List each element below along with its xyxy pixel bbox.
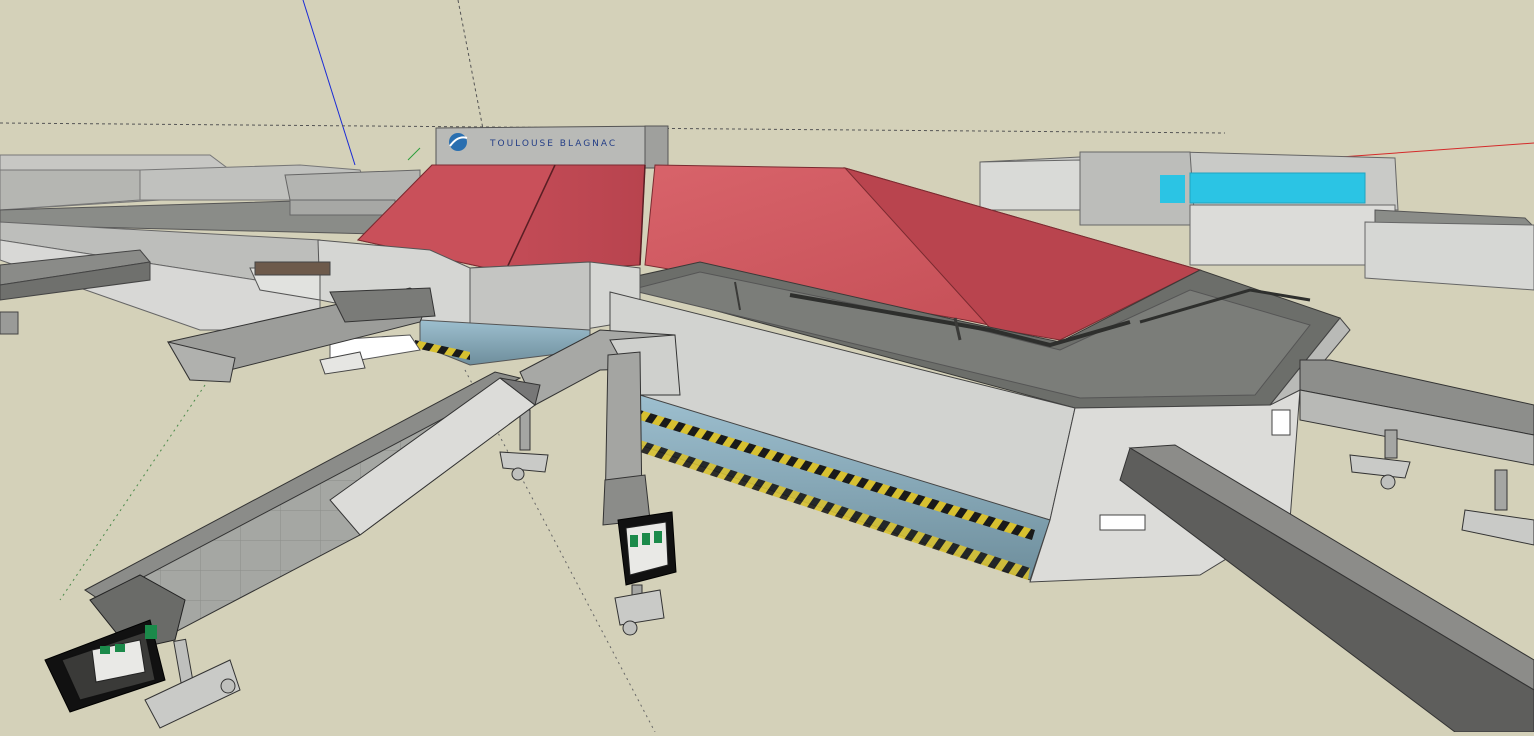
front-cab-green-window	[100, 646, 110, 654]
scene-canvas[interactable]: TOULOUSE BLAGNAC	[0, 0, 1534, 733]
airport-logo-icon	[449, 133, 468, 151]
left-bridge-wheel-support	[0, 311, 19, 335]
left-bridge-support	[319, 351, 366, 375]
signage-block[interactable]: TOULOUSE BLAGNAC	[435, 125, 669, 169]
tower-cab-door	[625, 521, 669, 576]
jet-bridge-front-right[interactable]	[1119, 444, 1534, 733]
tower-cab-green-window	[630, 535, 638, 547]
blue-axis-line	[302, 0, 356, 166]
green-axis-line	[407, 147, 421, 161]
signage-text: TOULOUSE BLAGNAC	[489, 139, 617, 149]
rear-building-window-strip	[1189, 172, 1366, 204]
jet-bridge-right[interactable]	[1299, 359, 1534, 546]
jet-bridge-front-left[interactable]	[44, 371, 541, 729]
model-viewport[interactable]: TOULOUSE BLAGNAC	[0, 0, 1534, 733]
rear-building-window-left	[1160, 175, 1185, 203]
facade-window-opening	[1099, 514, 1146, 531]
